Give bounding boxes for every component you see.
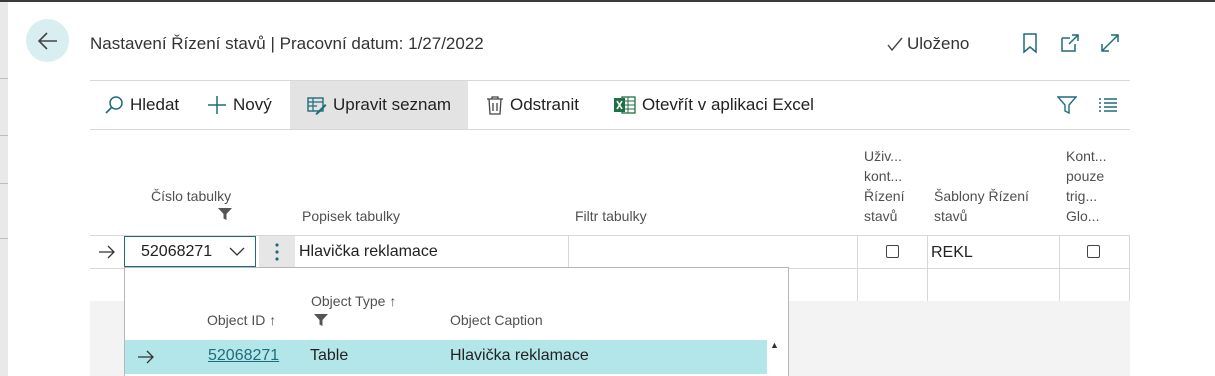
column-header-table-no[interactable]: Číslo tabulky: [151, 186, 231, 206]
lookup-dropdown: Object ID ↑ Object Type ↑ Object Caption…: [124, 267, 789, 376]
column-header-line: pouze: [1066, 168, 1105, 184]
trash-icon: [487, 96, 503, 115]
left-edge-strip: [0, 0, 8, 376]
column-header-line: stavů: [864, 208, 898, 224]
chevron-down-icon: [229, 247, 245, 256]
column-header-line: Kont...: [1066, 148, 1107, 164]
open-in-excel-label: Otevřít v aplikaci Excel: [642, 95, 814, 114]
column-header-line: kont...: [864, 168, 903, 184]
column-header-templates[interactable]: Šablony Řízení stavů: [934, 186, 1029, 226]
checkmark-icon: [887, 37, 903, 52]
new-button-label: Nový: [233, 95, 272, 114]
edit-list-icon: [307, 97, 327, 115]
row-indicator-arrow-icon: [138, 350, 154, 364]
lookup-header-object-id[interactable]: Object ID ↑: [207, 312, 276, 328]
saved-status-label: Uloženo: [907, 34, 970, 53]
user-control-checkbox[interactable]: [886, 245, 899, 258]
action-bar-divider: [90, 129, 1130, 130]
column-divider: [1129, 235, 1130, 301]
plus-icon: [208, 96, 226, 114]
edit-list-button-label: Upravit seznam: [333, 95, 452, 114]
delete-button[interactable]: Odstranit: [486, 81, 579, 129]
scroll-up-arrow-icon[interactable]: ▲: [770, 340, 782, 352]
column-header-table-filter[interactable]: Filtr tabulky: [575, 206, 647, 226]
excel-icon: [614, 96, 636, 114]
column-header-user-control[interactable]: Uživ... kont... Řízení stavů: [864, 146, 904, 226]
lookup-header-object-caption[interactable]: Object Caption: [450, 312, 543, 328]
column-divider: [857, 235, 858, 301]
lookup-object-caption-cell: Hlavička reklamace: [450, 347, 589, 364]
search-button[interactable]: Hledat: [104, 81, 179, 129]
column-header-table-caption[interactable]: Popisek tabulky: [302, 206, 400, 226]
edit-list-button[interactable]: Upravit seznam: [290, 81, 468, 129]
arrow-left-icon: [37, 31, 57, 50]
column-divider: [927, 235, 928, 301]
row-menu-button[interactable]: [259, 236, 295, 267]
lookup-header-object-type[interactable]: Object Type ↑: [311, 293, 396, 309]
bookmark-icon[interactable]: [1019, 32, 1041, 54]
column-header-line: Uživ...: [864, 148, 902, 164]
column-header-control-trigger[interactable]: Kont... pouze trig... Glo...: [1066, 146, 1106, 226]
table-no-value: 52068271: [141, 242, 213, 260]
saved-status: Uloženo: [886, 34, 969, 54]
search-button-label: Hledat: [130, 95, 180, 114]
column-divider: [1059, 235, 1060, 301]
column-filter-icon: [314, 314, 328, 326]
control-trigger-checkbox[interactable]: [1087, 245, 1100, 258]
lookup-object-type-cell: Table: [310, 347, 349, 364]
lookup-header-label: Object Type: [311, 293, 386, 309]
column-divider: [568, 235, 569, 268]
lookup-row[interactable]: 52068271 Table Hlavička reklamace: [125, 340, 767, 374]
column-header-line: trig...: [1066, 188, 1098, 204]
expand-icon[interactable]: [1099, 32, 1121, 54]
list-view-icon[interactable]: [1098, 96, 1118, 114]
template-cell[interactable]: REKL: [931, 244, 973, 262]
left-edge-divider: [0, 238, 8, 239]
column-header-line: stavů: [934, 208, 968, 224]
filter-icon[interactable]: [1057, 95, 1077, 115]
column-filter-icon: [218, 208, 232, 220]
top-border: [0, 0, 1215, 2]
search-icon: [105, 96, 123, 114]
more-vertical-icon: [275, 242, 279, 261]
left-edge-divider: [0, 78, 8, 79]
lookup-header-label: Object ID: [207, 312, 266, 328]
table-no-select[interactable]: 52068271: [124, 236, 256, 267]
left-edge-divider: [0, 183, 8, 184]
open-new-window-icon[interactable]: [1059, 32, 1081, 54]
left-edge-divider: [0, 135, 8, 136]
column-header-line: Glo...: [1066, 208, 1100, 224]
delete-button-label: Odstranit: [510, 95, 579, 114]
row-indicator-arrow-icon: [99, 245, 115, 259]
new-button[interactable]: Nový: [207, 81, 272, 129]
table-caption-cell[interactable]: Hlavička reklamace: [299, 243, 438, 261]
page-title: Nastavení Řízení stavů | Pracovní datum:…: [90, 34, 484, 53]
open-in-excel-button[interactable]: Otevřít v aplikaci Excel: [614, 81, 814, 129]
back-button[interactable]: [26, 19, 69, 62]
sort-ascending-icon: ↑: [389, 293, 397, 309]
sort-ascending-icon: ↑: [269, 312, 277, 328]
column-header-line: Řízení: [864, 188, 905, 204]
column-header-line: Šablony Řízení: [934, 188, 1029, 204]
action-bar: Hledat Nový Upravit seznam Odstranit Ote…: [90, 81, 1130, 129]
lookup-object-id-link[interactable]: 52068271: [208, 347, 279, 365]
